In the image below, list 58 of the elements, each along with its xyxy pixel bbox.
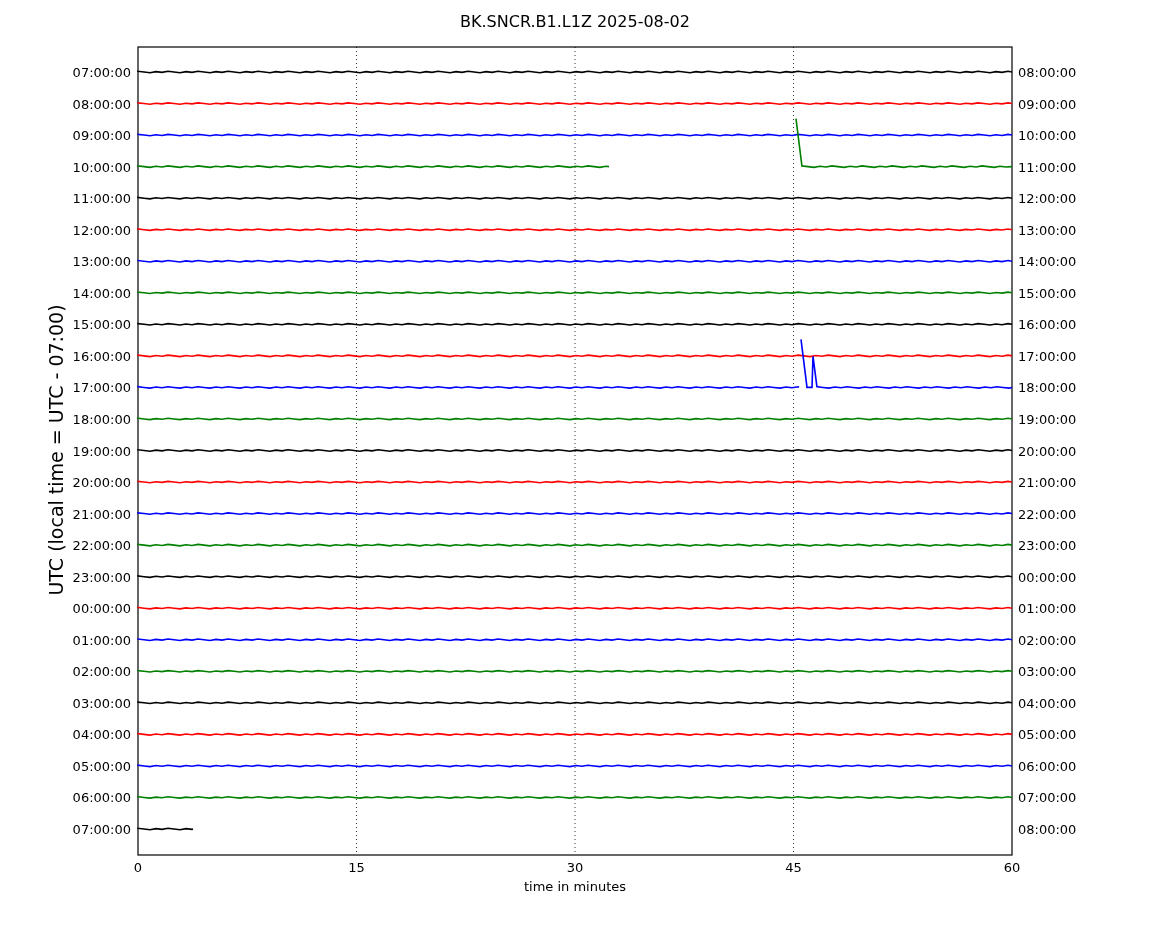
row-time-label: 12:00:00 <box>72 222 131 238</box>
row-time-label: 07:00:00 <box>72 822 131 837</box>
row-time-label: 14:00:00 <box>72 285 131 301</box>
row-time-label: 13:00:00 <box>1018 222 1077 238</box>
x-tick-label: 15 <box>348 860 365 875</box>
row-time-label: 10:00:00 <box>1018 128 1077 144</box>
row-time-label: 08:00:00 <box>1018 65 1077 80</box>
row-time-label: 09:00:00 <box>1018 96 1077 112</box>
x-tick-label: 30 <box>566 860 584 875</box>
row-time-label: 15:00:00 <box>1018 285 1077 301</box>
row-time-label: 22:00:00 <box>1018 506 1077 522</box>
row-time-label: 03:00:00 <box>1018 664 1077 680</box>
row-time-label: 03:00:00 <box>72 695 131 711</box>
x-tick-label: 0 <box>133 860 143 875</box>
row-time-label: 18:00:00 <box>1018 380 1077 396</box>
row-time-label: 17:00:00 <box>72 380 131 396</box>
row-time-label: 05:00:00 <box>72 758 131 774</box>
x-tick-label: 60 <box>1003 860 1021 875</box>
row-time-label: 12:00:00 <box>1018 191 1077 207</box>
row-time-label: 20:00:00 <box>72 475 131 491</box>
row-time-label: 09:00:00 <box>72 128 131 144</box>
row-time-label: 18:00:00 <box>72 411 131 427</box>
row-time-label: 16:00:00 <box>1018 317 1077 333</box>
row-time-label: 19:00:00 <box>72 443 131 459</box>
row-time-label: 06:00:00 <box>1018 758 1077 774</box>
row-time-label: 06:00:00 <box>72 790 131 806</box>
row-time-label: 17:00:00 <box>1018 348 1077 364</box>
row-time-label: 05:00:00 <box>1018 727 1077 743</box>
x-axis-label: time in minutes <box>523 879 627 894</box>
row-time-label: 20:00:00 <box>1018 443 1077 459</box>
row-time-label: 11:00:00 <box>1018 159 1077 175</box>
row-time-label: 02:00:00 <box>1018 632 1077 648</box>
row-time-label: 10:00:00 <box>72 159 131 175</box>
row-time-label: 21:00:00 <box>72 506 131 522</box>
row-time-label: 01:00:00 <box>1018 601 1077 617</box>
row-time-label: 11:00:00 <box>72 191 131 207</box>
row-time-label: 21:00:00 <box>1018 475 1077 491</box>
row-time-label: 00:00:00 <box>72 601 131 617</box>
row-time-label: 08:00:00 <box>72 96 131 112</box>
row-time-label: 07:00:00 <box>1018 790 1077 806</box>
row-time-label: 19:00:00 <box>1018 411 1077 427</box>
row-time-label: 13:00:00 <box>72 254 131 270</box>
row-time-label: 14:00:00 <box>1018 254 1077 270</box>
row-time-label: 04:00:00 <box>1018 695 1077 711</box>
row-time-label: 02:00:00 <box>72 664 131 680</box>
row-time-label: 23:00:00 <box>72 569 131 585</box>
plot-title: BK.SNCR.B1.L1Z 2025-08-02 <box>460 12 690 31</box>
row-time-label: 07:00:00 <box>72 65 131 80</box>
row-time-label: 04:00:00 <box>72 727 131 743</box>
row-time-label: 15:00:00 <box>72 317 131 333</box>
row-time-label: 01:00:00 <box>72 632 131 648</box>
row-time-label: 22:00:00 <box>72 538 131 554</box>
row-time-label: 23:00:00 <box>1018 538 1077 554</box>
x-tick-label: 45 <box>785 860 802 875</box>
row-time-label: 16:00:00 <box>72 348 131 364</box>
y-axis-label: UTC (local time = UTC - 07:00) <box>45 304 67 596</box>
row-time-label: 00:00:00 <box>1018 569 1077 585</box>
row-time-label: 08:00:00 <box>1018 822 1077 837</box>
